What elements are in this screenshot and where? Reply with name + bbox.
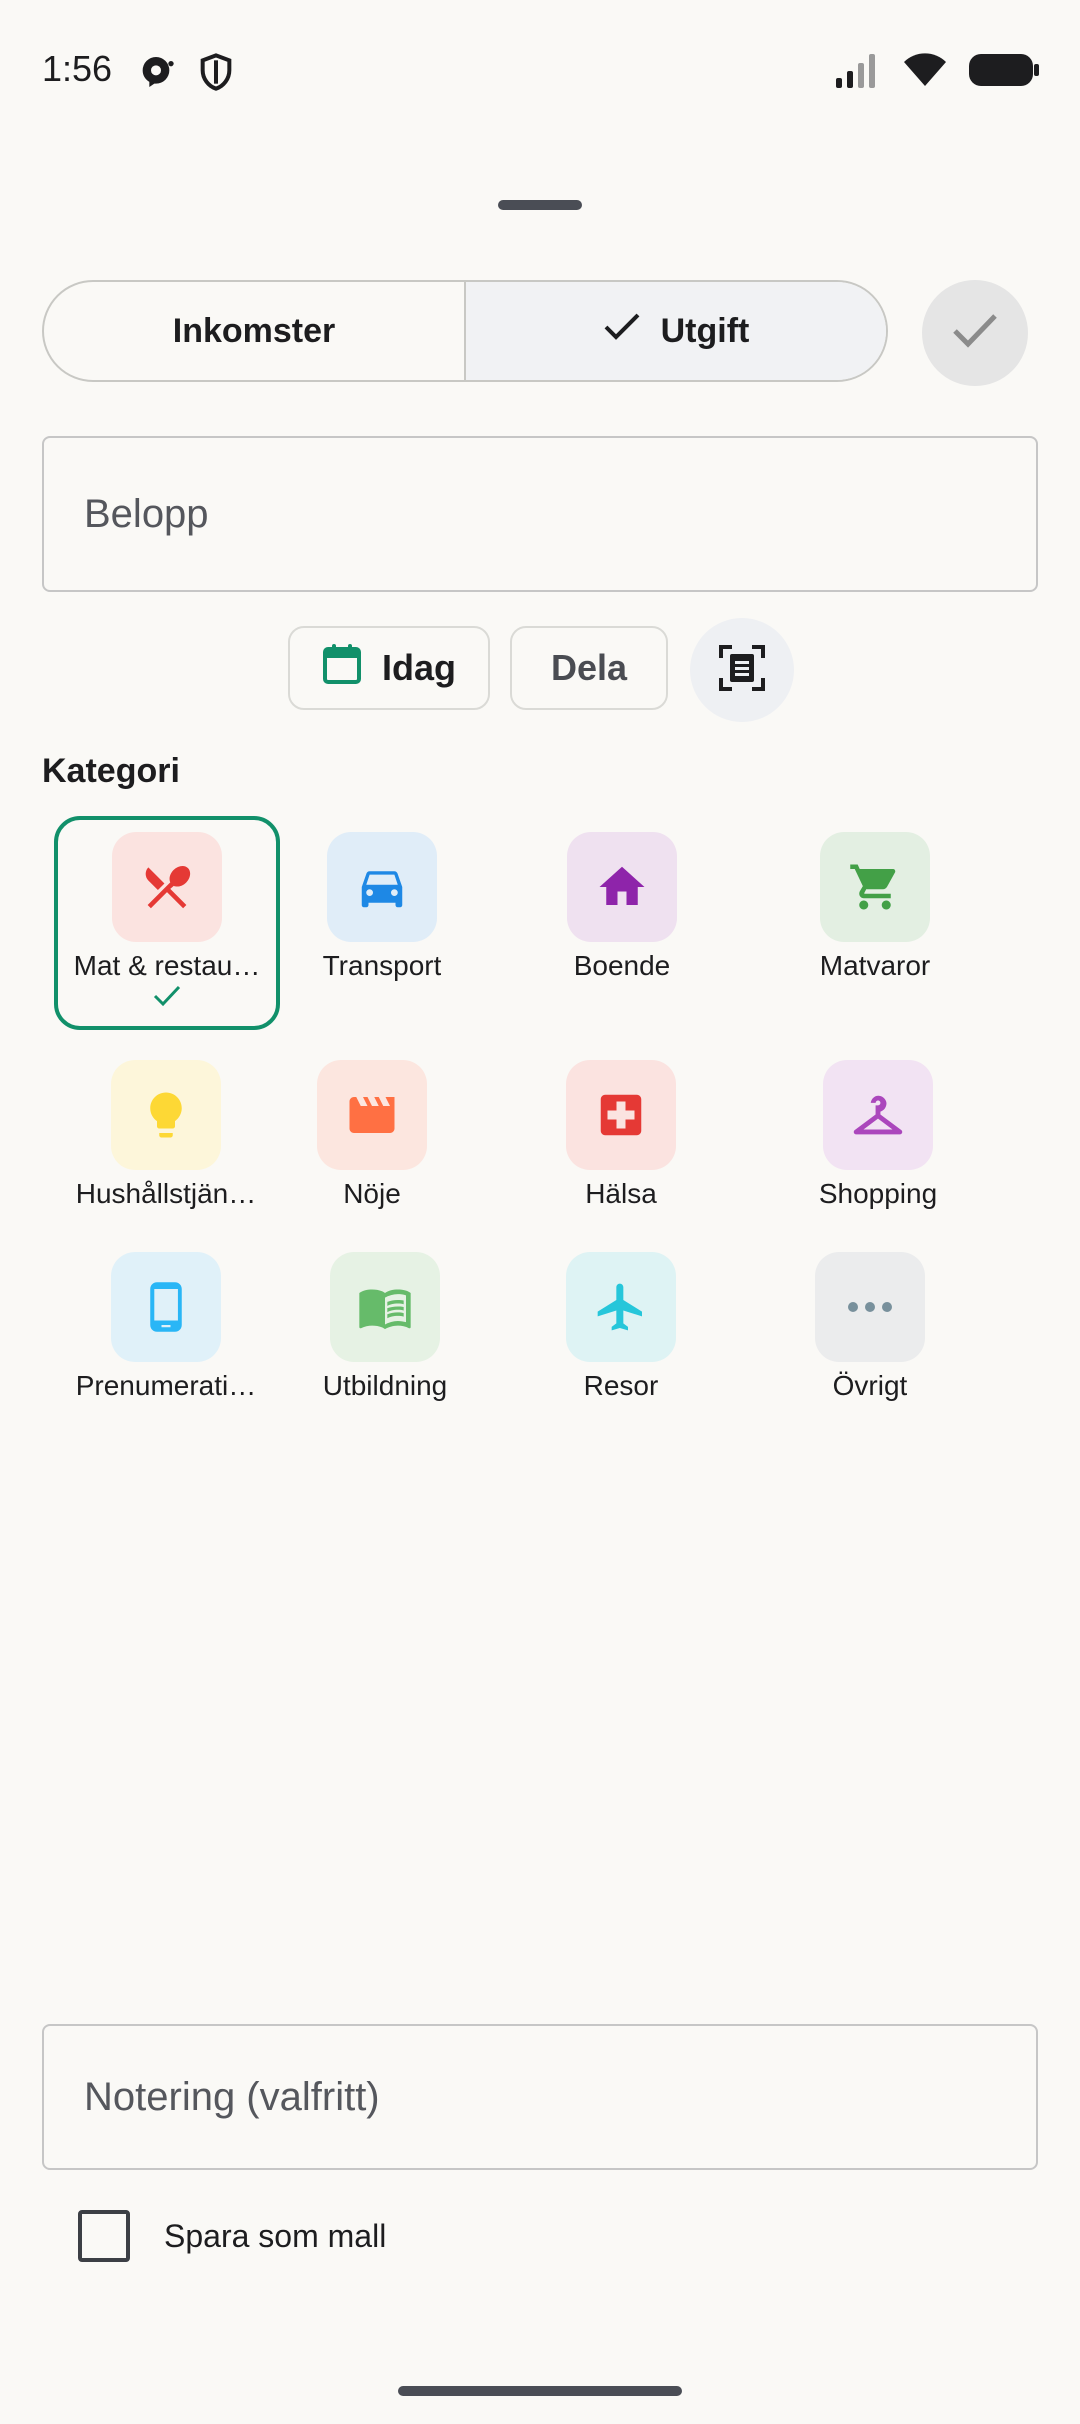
category-item-travel[interactable]: Resor [511,1252,731,1402]
status-bar: 1:56 [0,0,1080,140]
split-chip[interactable]: Dela [510,626,668,710]
amount-input[interactable]: Belopp [42,436,1038,592]
battery-icon [968,52,1040,93]
tab-income[interactable]: Inkomster [44,282,464,380]
note-placeholder: Notering (valfritt) [84,2074,380,2119]
cart-icon [820,832,930,942]
add-transaction-sheet: 1:56 Inkomster Utgift Belopp Idag Dela K… [0,0,1080,2424]
category-label: Transport [322,950,442,981]
plane-icon [566,1252,676,1362]
shield-icon [196,52,236,92]
category-item-transport[interactable]: Transport [272,832,492,982]
category-label: Boende [573,950,671,981]
category-item-housing[interactable]: Boende [512,832,732,982]
category-item-education[interactable]: Utbildning [275,1252,495,1402]
scan-receipt-icon [718,644,766,697]
drag-handle[interactable] [498,200,582,210]
check-icon [603,312,641,351]
category-label: Hushållstjän… [75,1178,257,1209]
tab-income-label: Inkomster [172,311,336,350]
notification-icon [136,52,176,92]
book-icon [330,1252,440,1362]
category-label: Prenumerati… [75,1370,257,1401]
transaction-type-toggle: Inkomster Utgift [42,280,888,382]
scan-receipt-button[interactable] [690,618,794,722]
category-item-household[interactable]: Hushållstjän… [56,1060,276,1210]
category-label: Matvaror [819,950,931,981]
restaurant-icon [112,832,222,942]
home-indicator[interactable] [398,2386,682,2396]
category-item-groceries[interactable]: Matvaror [765,832,985,982]
category-item-other[interactable]: Övrigt [760,1252,980,1402]
save-template-label: Spara som mall [164,2217,387,2254]
phone-icon [111,1252,221,1362]
lightbulb-icon [111,1060,221,1170]
category-label: Övrigt [832,1370,908,1401]
save-template-row[interactable]: Spara som mall [78,2210,386,2262]
car-icon [327,832,437,942]
category-item-shopping[interactable]: Shopping [768,1060,988,1210]
category-item-health[interactable]: Hälsa [511,1060,731,1210]
note-input[interactable]: Notering (valfritt) [42,2024,1038,2170]
split-chip-label: Dela [550,647,628,688]
category-label: Utbildning [322,1370,448,1401]
signal-icon [834,52,882,93]
save-template-checkbox[interactable] [78,2210,130,2262]
wifi-icon [902,52,948,93]
date-chip[interactable]: Idag [288,626,490,710]
amount-placeholder: Belopp [84,491,209,536]
date-chip-label: Idag [381,647,456,688]
category-label: Resor [583,1370,659,1401]
calendar-icon [322,643,362,694]
category-item-food[interactable]: Mat & restau… [54,816,280,1030]
tab-expense-label: Utgift [660,311,750,350]
medical-icon [566,1060,676,1170]
category-label: Mat & restau… [73,950,261,981]
confirm-button[interactable] [922,280,1028,386]
hanger-icon [823,1060,933,1170]
category-label: Hälsa [585,1178,657,1209]
category-item-subscriptions[interactable]: Prenumerati… [56,1252,276,1402]
check-icon [951,312,999,355]
category-item-entertainment[interactable]: Nöje [262,1060,482,1210]
more-icon [815,1252,925,1362]
tab-expense[interactable]: Utgift [464,282,886,380]
movie-icon [317,1060,427,1170]
category-section-title: Kategori [42,752,180,790]
status-icons [834,52,1040,93]
check-icon [152,984,182,1013]
category-label: Nöje [343,1178,401,1209]
home-icon [567,832,677,942]
status-time: 1:56 [42,48,113,89]
category-label: Shopping [818,1178,938,1209]
